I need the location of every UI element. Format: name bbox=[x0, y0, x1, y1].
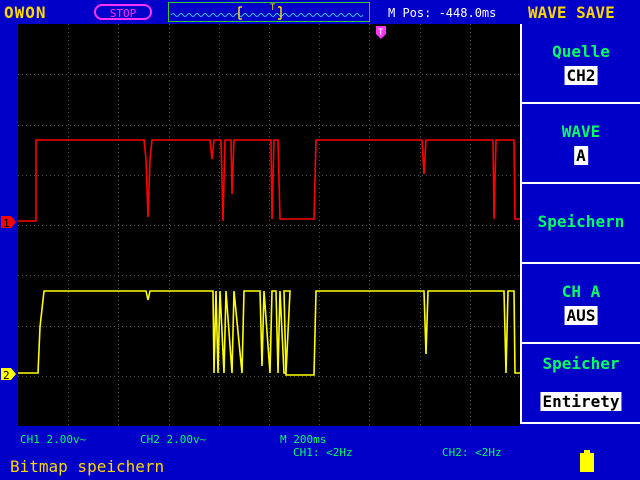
ch1-scale: CH1 2.00v~ bbox=[20, 433, 87, 446]
menu-item-value: AUS bbox=[564, 306, 598, 325]
menu-item-wave[interactable]: WAVE A bbox=[520, 104, 640, 184]
svg-text:1: 1 bbox=[3, 217, 10, 230]
waveform-display[interactable]: T bbox=[18, 24, 520, 426]
ch1-frequency: CH1: <2Hz bbox=[293, 446, 353, 459]
overview-trigger-marker: T bbox=[270, 3, 276, 13]
menu-title: WAVE SAVE bbox=[528, 3, 615, 22]
menu-item-value: Entirety bbox=[540, 392, 622, 411]
side-menu: Quelle CH2 WAVE A Speichern CH A AUS Spe… bbox=[520, 24, 640, 426]
m-pos-readout: M Pos: -448.0ms bbox=[388, 6, 497, 20]
battery-icon bbox=[580, 450, 594, 472]
menu-item-label: Speicher bbox=[542, 354, 620, 373]
menu-item-label: Quelle bbox=[552, 42, 610, 61]
status-message: Bitmap speichern bbox=[10, 457, 165, 476]
trigger-position-marker[interactable]: T bbox=[376, 26, 386, 39]
overview-waveform bbox=[170, 13, 364, 17]
ch2-scale: CH2 2.00v~ bbox=[140, 433, 207, 446]
menu-item-speichern[interactable]: Speichern bbox=[520, 184, 640, 264]
menu-item-label: Speichern bbox=[537, 212, 625, 231]
menu-item-value: A bbox=[574, 146, 588, 165]
top-bar: OWON STOP T M Pos: -448.0ms WAVE SAVE bbox=[0, 0, 640, 24]
menu-item-ch-a[interactable]: CH A AUS bbox=[520, 264, 640, 344]
svg-text:T: T bbox=[378, 28, 384, 38]
menu-item-value: CH2 bbox=[564, 66, 598, 85]
ch2-marker[interactable]: 2 bbox=[1, 368, 16, 382]
menu-item-label: CH A bbox=[561, 282, 601, 301]
channel-markers: 1 2 bbox=[1, 216, 16, 382]
ch2-frequency: CH2: <2Hz bbox=[442, 446, 502, 459]
menu-item-label: WAVE bbox=[561, 122, 601, 141]
timebase: M 200ms bbox=[280, 433, 327, 446]
svg-text:2: 2 bbox=[3, 369, 10, 382]
ch1-marker[interactable]: 1 bbox=[1, 216, 16, 230]
menu-item-speicher[interactable]: Speicher Entirety bbox=[520, 344, 640, 424]
waveform-overview: T bbox=[168, 2, 370, 22]
graticule bbox=[18, 24, 519, 425]
menu-item-quelle[interactable]: Quelle CH2 bbox=[520, 24, 640, 104]
run-stop-button[interactable]: STOP bbox=[94, 4, 152, 20]
brand-logo: OWON bbox=[4, 3, 47, 22]
